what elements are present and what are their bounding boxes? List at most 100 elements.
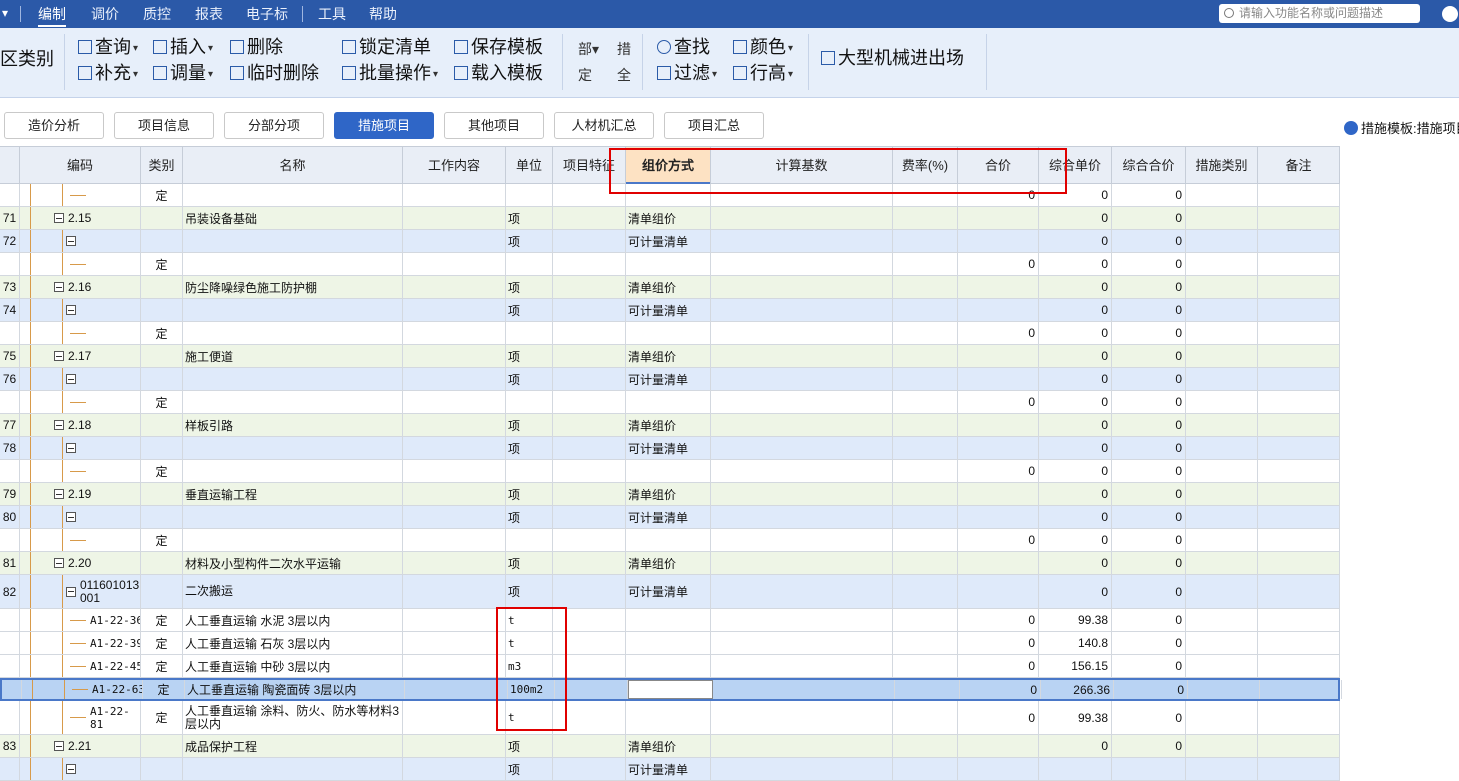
cell-unit[interactable]: 项 [506,299,553,321]
cell-type[interactable]: 定 [141,655,183,677]
cell-pricing-method[interactable] [626,253,711,275]
cell-rate[interactable] [893,632,958,654]
header-col-type[interactable]: 类别 [141,147,183,184]
cell-calc-base[interactable] [711,437,893,459]
cell-pricing-method[interactable] [626,609,711,631]
cell-type[interactable] [141,575,183,608]
load-template-button[interactable]: 载入模板 [454,62,543,84]
cell-rownum[interactable]: 77 [0,414,20,436]
cell-unit-price[interactable]: 0 [1039,299,1112,321]
cell-type[interactable]: 定 [143,680,185,699]
cell-unit[interactable] [506,529,553,551]
cell-calc-base[interactable] [711,253,893,275]
cell-feature[interactable] [553,253,626,275]
cell-calc-base[interactable] [711,322,893,344]
cell-unit-price[interactable]: 0 [1039,552,1112,574]
cell-feature[interactable] [553,207,626,229]
cell-calc-base[interactable] [711,552,893,574]
cell-work[interactable] [403,552,506,574]
header-col-unit[interactable]: 单位 [506,147,553,184]
cell-type[interactable]: 定 [141,322,183,344]
cell-feature[interactable] [553,758,626,780]
cell-total[interactable] [1112,758,1186,780]
cell-remark[interactable] [1258,483,1340,505]
table-row[interactable]: 79 2.19 垂直运输工程 项 清单组价 0 0 [0,483,1340,506]
cell-remark[interactable] [1258,575,1340,608]
cell-work[interactable] [403,460,506,482]
collapse-toggle-icon[interactable] [54,420,64,430]
all-button[interactable]: 全 [617,65,631,85]
cell-remark[interactable] [1258,299,1340,321]
cell-rownum[interactable]: 81 [0,552,20,574]
cell-name[interactable]: 人工垂直运输 涂料、防火、防水等材料3层以内 [183,701,403,734]
cell-rownum[interactable]: 75 [0,345,20,367]
cell-unit[interactable]: 项 [506,506,553,528]
cell-work[interactable] [403,414,506,436]
tab-measure-items[interactable]: 措施项目 [334,112,434,139]
cell-work[interactable] [403,609,506,631]
table-row[interactable]: 83 2.21 成品保护工程 项 清单组价 0 0 [0,735,1340,758]
cell-rownum[interactable] [0,184,20,206]
adjust-quantity-button[interactable]: 调量 ▾ [153,62,213,86]
table-row[interactable]: 定 0 0 0 [0,529,1340,552]
cell-type[interactable]: 定 [141,632,183,654]
cell-unit-price[interactable] [1039,758,1112,780]
cell-pricing-method[interactable] [626,529,711,551]
cell-remark[interactable] [1258,632,1340,654]
cell-measure-type[interactable] [1186,437,1258,459]
cell-unit[interactable]: 项 [506,345,553,367]
cell-remark[interactable] [1258,735,1340,757]
cell-feature[interactable] [553,552,626,574]
cell-type[interactable] [141,207,183,229]
cell-measure-type[interactable] [1186,207,1258,229]
measure-button[interactable]: 措 [617,39,631,59]
cell-total[interactable]: 0 [1112,609,1186,631]
cell-total[interactable]: 0 [1112,632,1186,654]
cell-measure-type[interactable] [1186,391,1258,413]
cell-calc-base[interactable] [711,632,893,654]
cell-type[interactable] [141,345,183,367]
measure-template-link[interactable]: 措施模板:措施项目 [1344,118,1459,137]
cell-work[interactable] [403,575,506,608]
cell-work[interactable] [403,701,506,734]
cell-name[interactable] [183,322,403,344]
temp-delete-button[interactable]: 临时删除 [230,62,319,84]
cell-total[interactable]: 0 [1112,368,1186,390]
collapse-toggle-icon[interactable] [66,512,76,522]
cell-work[interactable] [403,230,506,252]
cell-rownum[interactable] [0,701,20,734]
cell-remark[interactable] [1258,552,1340,574]
cell-rate[interactable] [893,414,958,436]
cell-measure-type[interactable] [1188,680,1260,699]
cell-pricing-method[interactable]: 可计量清单 [626,437,711,459]
cell-total[interactable]: 0 [1112,437,1186,459]
insert-button[interactable]: 插入 ▾ [153,36,213,60]
menu-item-price-adjust[interactable]: 调价 [91,6,119,22]
table-row[interactable]: 71 2.15 吊装设备基础 项 清单组价 0 0 [0,207,1340,230]
cell-remark[interactable] [1258,529,1340,551]
cell-rownum[interactable]: 76 [0,368,20,390]
row-height-button[interactable]: 行高 ▾ [733,62,793,86]
cell-unit-price[interactable]: 0 [1039,460,1112,482]
cell-hejia[interactable]: 0 [960,680,1041,699]
header-col-total[interactable]: 综合合价 [1112,147,1186,184]
cell-code[interactable]: 011601013 001 [20,575,141,608]
cell-unit-price[interactable]: 0 [1039,368,1112,390]
cell-work[interactable] [403,506,506,528]
cell-remark[interactable] [1258,345,1340,367]
cell-unit[interactable] [506,391,553,413]
cell-code[interactable]: 2.19 [20,483,141,505]
cell-rate[interactable] [893,437,958,459]
cell-rate[interactable] [893,483,958,505]
cell-feature[interactable] [553,437,626,459]
cell-hejia[interactable] [958,552,1039,574]
collapse-toggle-icon[interactable] [54,282,64,292]
delete-button[interactable]: 删除 [230,36,283,58]
cell-calc-base[interactable] [711,655,893,677]
cell-calc-base[interactable] [711,460,893,482]
tab-project-info[interactable]: 项目信息 [114,112,214,139]
cell-rate[interactable] [893,207,958,229]
cell-rownum[interactable] [0,391,20,413]
cell-code[interactable] [20,529,141,551]
cell-calc-base[interactable] [711,368,893,390]
